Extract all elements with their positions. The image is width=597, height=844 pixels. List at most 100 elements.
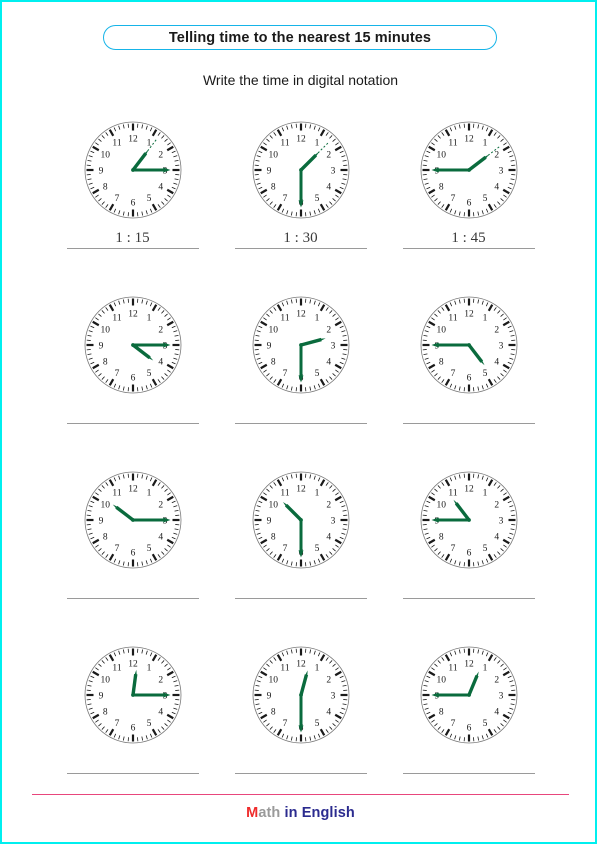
clock-numeral-3: 3: [498, 516, 503, 526]
answer-line-5[interactable]: [234, 423, 367, 424]
clock-numeral-6: 6: [130, 548, 135, 558]
answer-value-2: 1 : 30: [283, 230, 318, 246]
answer-area-12[interactable]: [402, 753, 535, 774]
clock-face: 121234567891011: [420, 646, 517, 744]
answer-area-10[interactable]: [66, 753, 199, 774]
clock-numeral-1: 1: [314, 314, 319, 324]
clock-numeral-11: 11: [448, 489, 457, 499]
clock-numeral-10: 10: [100, 500, 110, 510]
clock-numeral-5: 5: [314, 369, 319, 379]
clock-numeral-10: 10: [268, 150, 278, 160]
answer-area-8[interactable]: [234, 578, 367, 599]
clock-numeral-9: 9: [266, 341, 271, 351]
site-logo: Math in English: [2, 805, 597, 821]
answer-line-6[interactable]: [402, 423, 535, 424]
clock-numeral-9: 9: [98, 166, 103, 176]
clock-numeral-4: 4: [326, 357, 331, 367]
clock-numeral-5: 5: [482, 544, 487, 554]
clock-5: 121234567891011: [245, 289, 357, 401]
clock-numeral-7: 7: [282, 719, 287, 729]
clock-face: 121234567891011: [420, 296, 517, 394]
clock-numeral-1: 1: [146, 489, 151, 499]
clock-numeral-11: 11: [280, 664, 289, 674]
answer-line-2[interactable]: [234, 248, 367, 249]
answer-area-4[interactable]: [66, 403, 199, 424]
clock-numeral-2: 2: [494, 500, 499, 510]
answer-area-11[interactable]: [234, 753, 367, 774]
answer-area-6[interactable]: [402, 403, 535, 424]
clock-numeral-5: 5: [482, 719, 487, 729]
clock-numeral-7: 7: [114, 544, 119, 554]
answer-line-3[interactable]: [402, 248, 535, 249]
clock-numeral-8: 8: [270, 182, 275, 192]
worksheet-title-box: Telling time to the nearest 15 minutes: [103, 25, 497, 50]
clock-center-pin: [130, 343, 135, 347]
clock-numeral-3: 3: [498, 166, 503, 176]
logo-text-ath: ath: [258, 805, 281, 821]
clock-face: 121234567891011: [84, 121, 181, 219]
clock-center-pin: [466, 518, 471, 522]
clock-numeral-6: 6: [130, 723, 135, 733]
clock-numeral-8: 8: [438, 532, 443, 542]
clock-numeral-2: 2: [326, 325, 331, 335]
clock-9: 121234567891011: [413, 464, 525, 576]
clock-numeral-12: 12: [464, 659, 474, 669]
clock-numeral-9: 9: [266, 691, 271, 701]
answer-area-5[interactable]: [234, 403, 367, 424]
clock-numeral-1: 1: [146, 314, 151, 324]
clock-numeral-12: 12: [464, 484, 474, 494]
answer-line-4[interactable]: [66, 423, 199, 424]
clock-numeral-12: 12: [128, 134, 138, 144]
answer-area-7[interactable]: [66, 578, 199, 599]
clock-numeral-11: 11: [112, 664, 121, 674]
answer-line-10[interactable]: [66, 773, 199, 774]
answer-line-8[interactable]: [234, 598, 367, 599]
clock-numeral-8: 8: [438, 182, 443, 192]
clock-numeral-8: 8: [438, 707, 443, 717]
problem-row: 1212345678910111212345678910111212345678…: [2, 637, 597, 812]
clock-numeral-3: 3: [498, 341, 503, 351]
problem-row: 1212345678910111212345678910111212345678…: [2, 462, 597, 637]
clock-numeral-8: 8: [102, 182, 107, 192]
clock-face: 121234567891011: [84, 471, 181, 569]
clock-numeral-12: 12: [128, 659, 138, 669]
clock-numeral-6: 6: [466, 198, 471, 208]
clock-face: 121234567891011: [420, 121, 517, 219]
clock-numeral-11: 11: [448, 139, 457, 149]
clock-numeral-5: 5: [146, 369, 151, 379]
clock-numeral-2: 2: [326, 675, 331, 685]
answer-line-12[interactable]: [402, 773, 535, 774]
clock-numeral-7: 7: [282, 369, 287, 379]
clock-numeral-7: 7: [114, 719, 119, 729]
clock-problem-12: 121234567891011: [385, 637, 553, 812]
clock-numeral-2: 2: [158, 500, 163, 510]
answer-area-2[interactable]: 1 : 30: [234, 228, 367, 249]
problem-row: 1212345678910111212345678910111212345678…: [2, 287, 597, 462]
clock-11: 121234567891011: [245, 639, 357, 751]
clock-numeral-10: 10: [268, 500, 278, 510]
clock-face: 121234567891011: [420, 471, 517, 569]
clock-numeral-5: 5: [314, 544, 319, 554]
clock-face: 121234567891011: [84, 646, 181, 744]
answer-line-11[interactable]: [234, 773, 367, 774]
clock-numeral-6: 6: [130, 198, 135, 208]
clock-center-pin: [298, 693, 303, 697]
answer-area-3[interactable]: 1 : 45: [402, 228, 535, 249]
clock-numeral-5: 5: [482, 194, 487, 204]
clock-numeral-2: 2: [326, 150, 331, 160]
answer-area-9[interactable]: [402, 578, 535, 599]
clock-numeral-11: 11: [448, 314, 457, 324]
answer-line-1[interactable]: [66, 248, 199, 249]
clock-numeral-1: 1: [482, 664, 487, 674]
clock-center-pin: [130, 168, 135, 172]
clock-numeral-10: 10: [436, 675, 446, 685]
answer-area-1[interactable]: 1 : 15: [66, 228, 199, 249]
clock-numeral-12: 12: [296, 309, 306, 319]
clock-problem-5: 121234567891011: [217, 287, 385, 462]
answer-line-9[interactable]: [402, 598, 535, 599]
clock-numeral-7: 7: [450, 194, 455, 204]
worksheet-page: Telling time to the nearest 15 minutes W…: [0, 0, 597, 844]
clock-center-pin: [298, 343, 303, 347]
clock-problem-2: 1212345678910111 : 30: [217, 112, 385, 287]
answer-line-7[interactable]: [66, 598, 199, 599]
